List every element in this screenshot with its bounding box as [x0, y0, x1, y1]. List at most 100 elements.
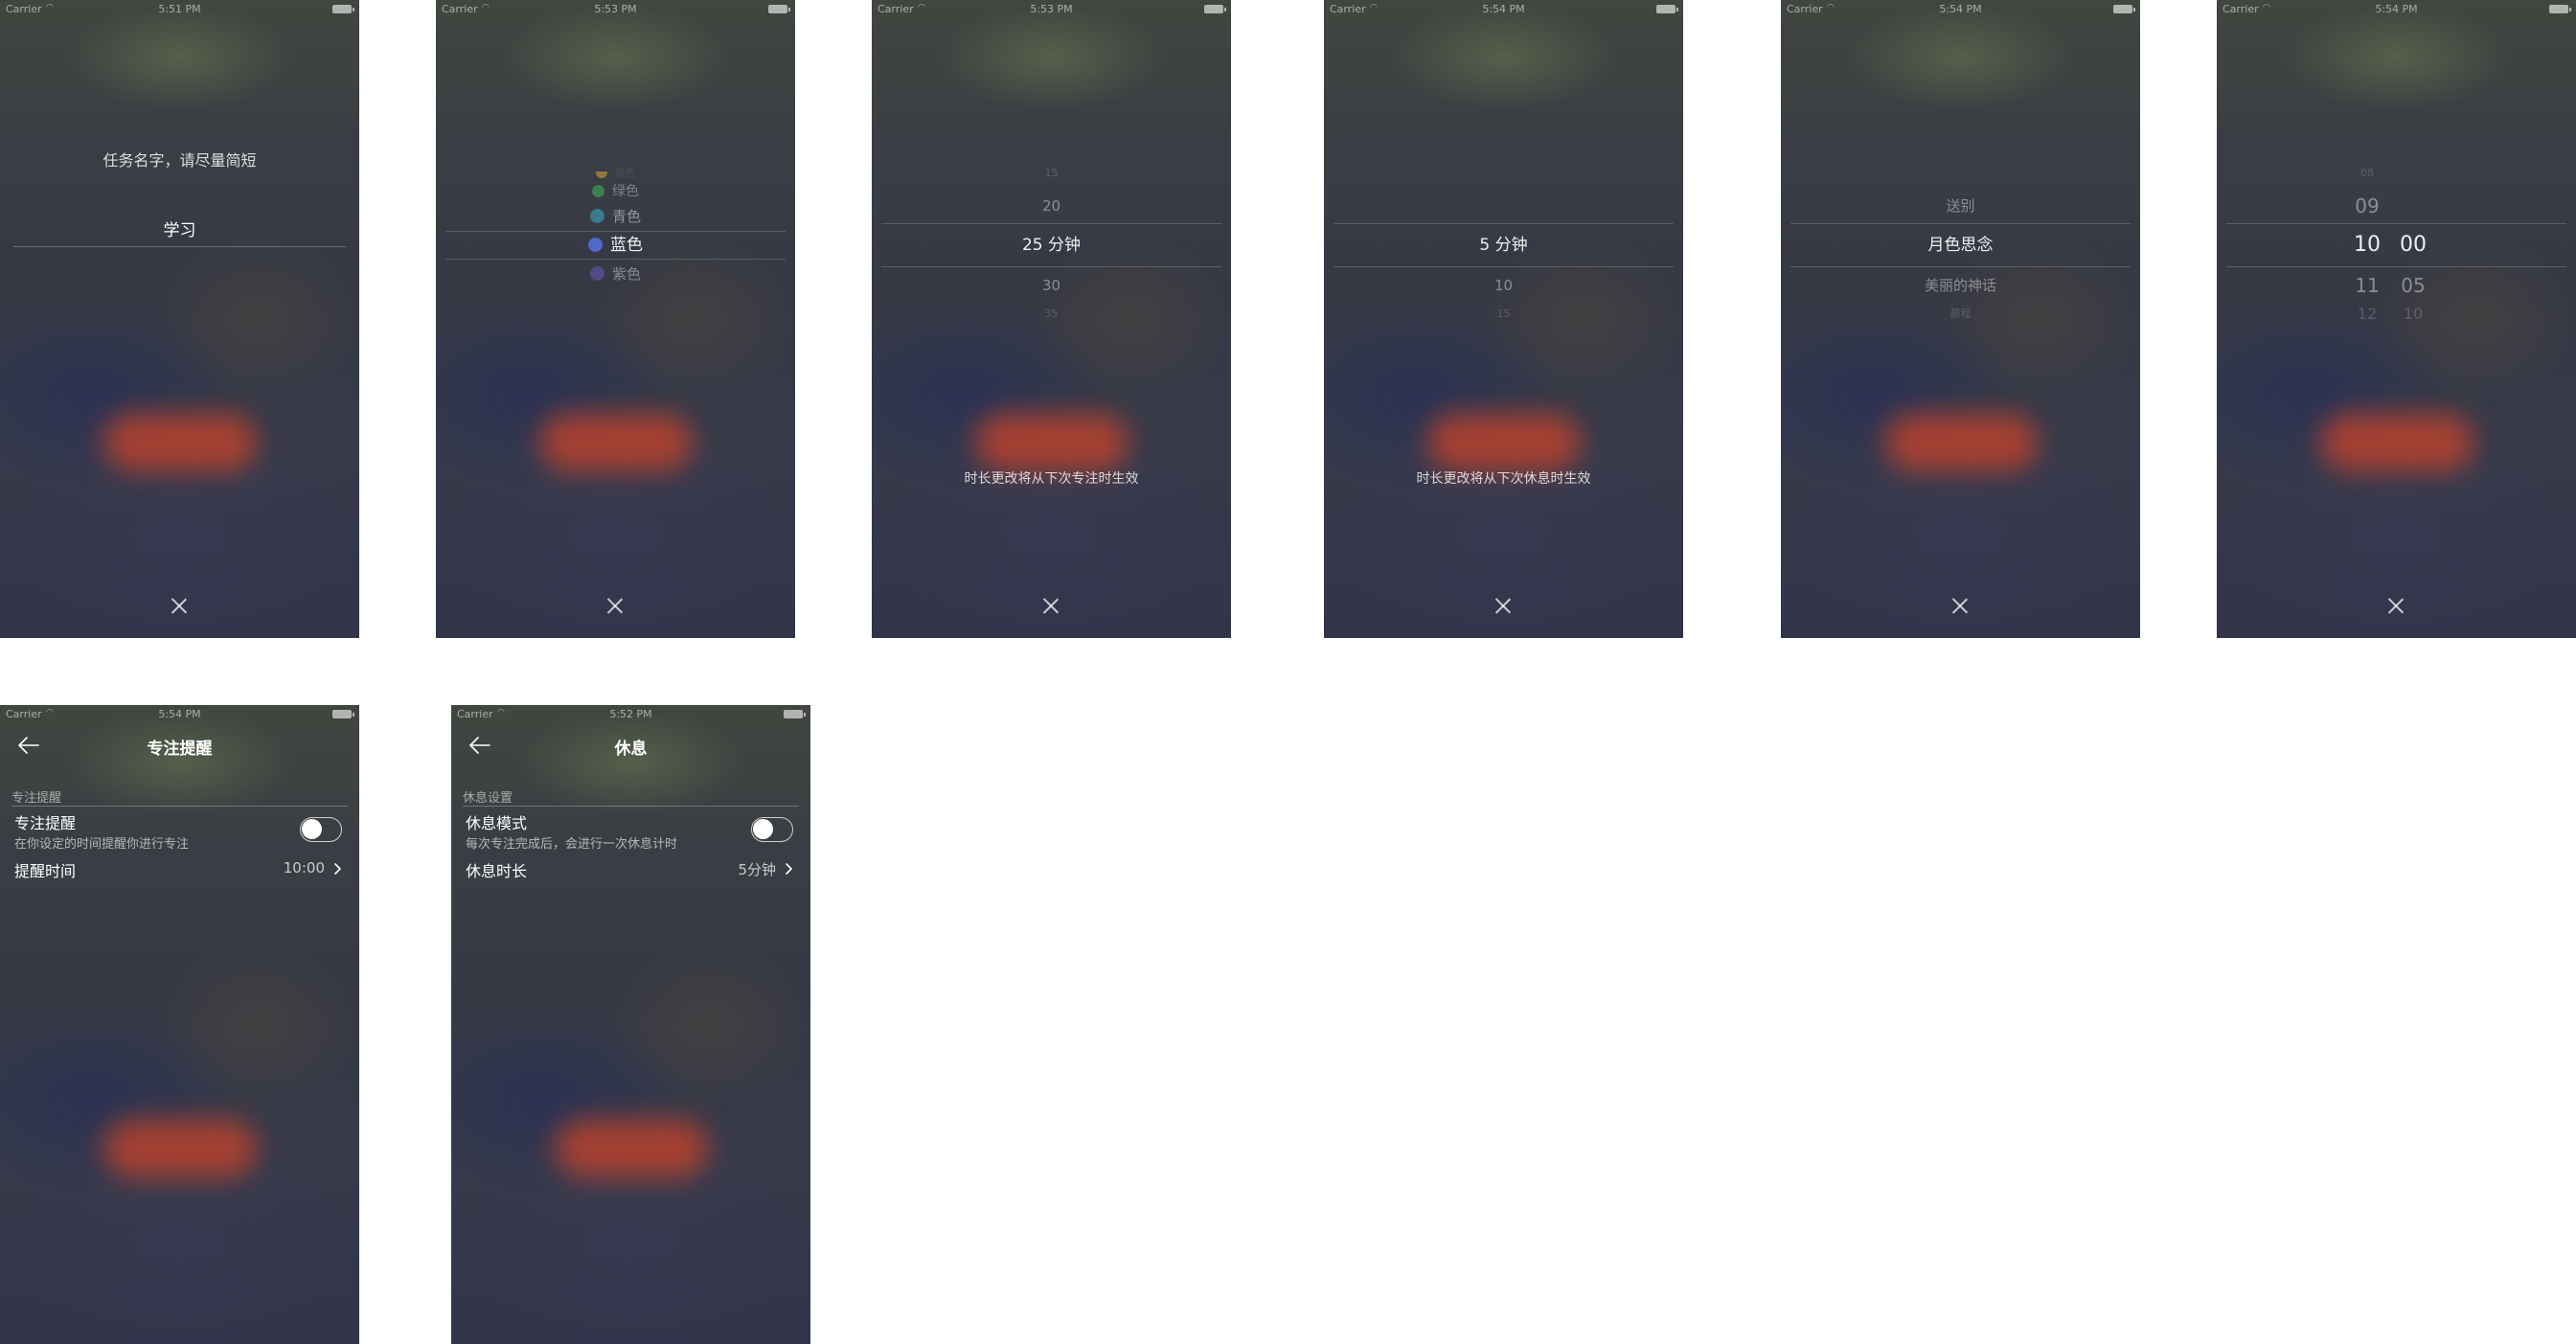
section-divider — [11, 806, 348, 807]
start-button-glow — [1427, 414, 1581, 471]
picker-selection-line — [1790, 266, 2131, 267]
battery-icon — [768, 5, 790, 13]
task-name-input[interactable] — [13, 210, 346, 247]
minute-column[interactable]: 00 05 10 — [2384, 163, 2442, 326]
status-time: 5:54 PM — [1939, 3, 1982, 15]
battery-icon — [332, 710, 354, 718]
break-duration-screen: Carrier ◠ 5:54 PM 5 分钟 10 15 时长更改将从下次休息时… — [1324, 0, 1683, 638]
start-button-glow — [555, 1120, 708, 1177]
reminder-time-screen: Carrier ◠ 5:54 PM 08 09 10 11 12 00 05 1… — [2217, 0, 2576, 638]
picker-selection-line — [1790, 223, 2131, 224]
battery-icon — [2113, 5, 2135, 13]
chevron-right-icon — [334, 863, 341, 875]
toggle-knob — [302, 819, 322, 839]
start-button-glow — [2320, 414, 2473, 471]
chevron-right-icon — [786, 863, 792, 875]
duration-hint: 时长更改将从下次专注时生效 — [964, 471, 1139, 487]
green-dot-icon — [592, 185, 604, 197]
picker-selection-line — [1334, 223, 1674, 224]
picker-item[interactable]: 晨程 — [1790, 308, 2131, 321]
battery-icon — [784, 710, 806, 718]
duration-picker[interactable]: 15 20 25 分钟 30 35 — [881, 163, 1221, 326]
picker-selection-line — [881, 223, 1221, 224]
picker-item-selected[interactable]: 5 分钟 — [1334, 232, 1674, 259]
picker-item-selected[interactable]: 25 分钟 — [881, 232, 1221, 259]
toggle-row-title: 专注提醒 — [14, 814, 77, 832]
reminder-time-row[interactable]: 提醒时间 10:00 — [14, 858, 346, 881]
focus-reminder-screen: Carrier ◠ 5:54 PM 专注提醒 专注提醒 专注提醒 在你设定的时间… — [0, 705, 359, 1344]
time-picker[interactable]: 08 09 10 11 12 00 05 10 — [2226, 163, 2566, 326]
row-label: 提醒时间 — [14, 862, 77, 880]
picker-item[interactable]: 15 — [881, 167, 1221, 180]
break-settings-screen: Carrier ◠ 5:52 PM 休息 休息设置 休息模式 每次专注完成后，会… — [451, 705, 810, 1344]
status-bar: Carrier ◠ 5:54 PM — [0, 705, 359, 724]
close-icon[interactable] — [1035, 589, 1067, 622]
start-button-glow — [1884, 414, 2038, 471]
battery-icon — [1656, 5, 1678, 13]
toggle-row-subtitle: 在你设定的时间提醒你进行专注 — [14, 837, 190, 852]
status-bar: Carrier ◠ 5:54 PM — [2217, 0, 2576, 19]
break-duration-row[interactable]: 休息时长 5分钟 — [466, 858, 797, 881]
battery-icon — [332, 5, 354, 13]
picker-item[interactable]: 10 — [2384, 307, 2442, 322]
close-icon[interactable] — [599, 589, 631, 622]
break-mode-toggle[interactable] — [751, 817, 793, 842]
close-icon[interactable] — [163, 589, 195, 622]
close-icon[interactable] — [1487, 589, 1519, 622]
page-title: 休息 — [614, 740, 648, 759]
battery-icon — [1204, 5, 1226, 13]
toggle-row-subtitle: 每次专注完成后，会进行一次休息计时 — [466, 837, 678, 852]
picker-item[interactable]: 15 — [1334, 308, 1674, 321]
focus-reminder-toggle[interactable] — [300, 817, 342, 842]
purple-dot-icon — [589, 266, 604, 281]
close-icon[interactable] — [1944, 589, 1976, 622]
section-header: 休息设置 — [463, 791, 513, 806]
start-button-glow — [975, 414, 1128, 471]
picker-item[interactable]: 绿色 — [445, 178, 786, 205]
duration-picker[interactable]: 5 分钟 10 15 — [1334, 163, 1674, 326]
picker-item-selected[interactable]: 月色思念 — [1790, 232, 2131, 259]
picker-item[interactable]: 美丽的神话 — [1790, 272, 2131, 299]
status-time: 5:54 PM — [158, 708, 201, 720]
status-time: 5:52 PM — [609, 708, 652, 720]
picker-item[interactable]: 10 — [1334, 272, 1674, 299]
toggle-knob — [753, 819, 773, 839]
color-picker[interactable]: 黄色 绿色 青色 蓝色 紫色 — [445, 163, 786, 326]
row-value: 5分钟 — [738, 861, 776, 878]
picker-selection-line — [1334, 266, 1674, 267]
task-name-prompt: 任务名字，请尽量简短 — [103, 151, 257, 170]
status-bar: Carrier ◠ 5:51 PM — [0, 0, 359, 19]
picker-item[interactable]: 30 — [881, 272, 1221, 299]
section-header: 专注提醒 — [11, 791, 62, 806]
picker-selection-line — [445, 259, 786, 260]
picker-item[interactable]: 送别 — [1790, 193, 2131, 219]
picker-item[interactable]: 35 — [881, 308, 1221, 321]
status-time: 5:53 PM — [1030, 3, 1073, 15]
picker-item-selected[interactable]: 蓝色 — [445, 232, 786, 259]
row-label: 休息时长 — [466, 862, 528, 880]
color-picker-screen: Carrier ◠ 5:53 PM 黄色 绿色 青色 蓝色 紫色 — [436, 0, 795, 638]
status-bar: Carrier ◠ 5:52 PM — [451, 705, 810, 724]
sound-picker[interactable]: 送别 月色思念 美丽的神话 晨程 — [1790, 163, 2131, 326]
picker-item-selected[interactable]: 00 — [2384, 232, 2442, 259]
close-icon[interactable] — [2380, 589, 2412, 622]
picker-item[interactable]: 20 — [881, 193, 1221, 219]
status-bar: Carrier ◠ 5:54 PM — [1781, 0, 2140, 19]
picker-selection-line — [881, 266, 1221, 267]
picker-item[interactable]: 紫色 — [445, 261, 786, 287]
page-title: 专注提醒 — [147, 740, 213, 759]
status-time: 5:51 PM — [158, 3, 201, 15]
blue-dot-icon — [588, 238, 603, 252]
section-divider — [463, 806, 799, 807]
nav-bar: 专注提醒 — [0, 724, 359, 766]
status-time: 5:54 PM — [2375, 3, 2418, 15]
task-name-screen: Carrier ◠ 5:51 PM 任务名字，请尽量简短 — [0, 0, 359, 638]
sound-picker-screen: Carrier ◠ 5:54 PM 送别 月色思念 美丽的神话 晨程 — [1781, 0, 2140, 638]
duration-hint: 时长更改将从下次休息时生效 — [1416, 471, 1591, 487]
cyan-dot-icon — [589, 209, 604, 223]
start-button-glow — [103, 414, 257, 471]
status-time: 5:54 PM — [1482, 3, 1525, 15]
picker-item[interactable]: 青色 — [445, 203, 786, 230]
picker-item[interactable]: 05 — [2384, 272, 2442, 299]
row-value: 10:00 — [283, 859, 325, 877]
